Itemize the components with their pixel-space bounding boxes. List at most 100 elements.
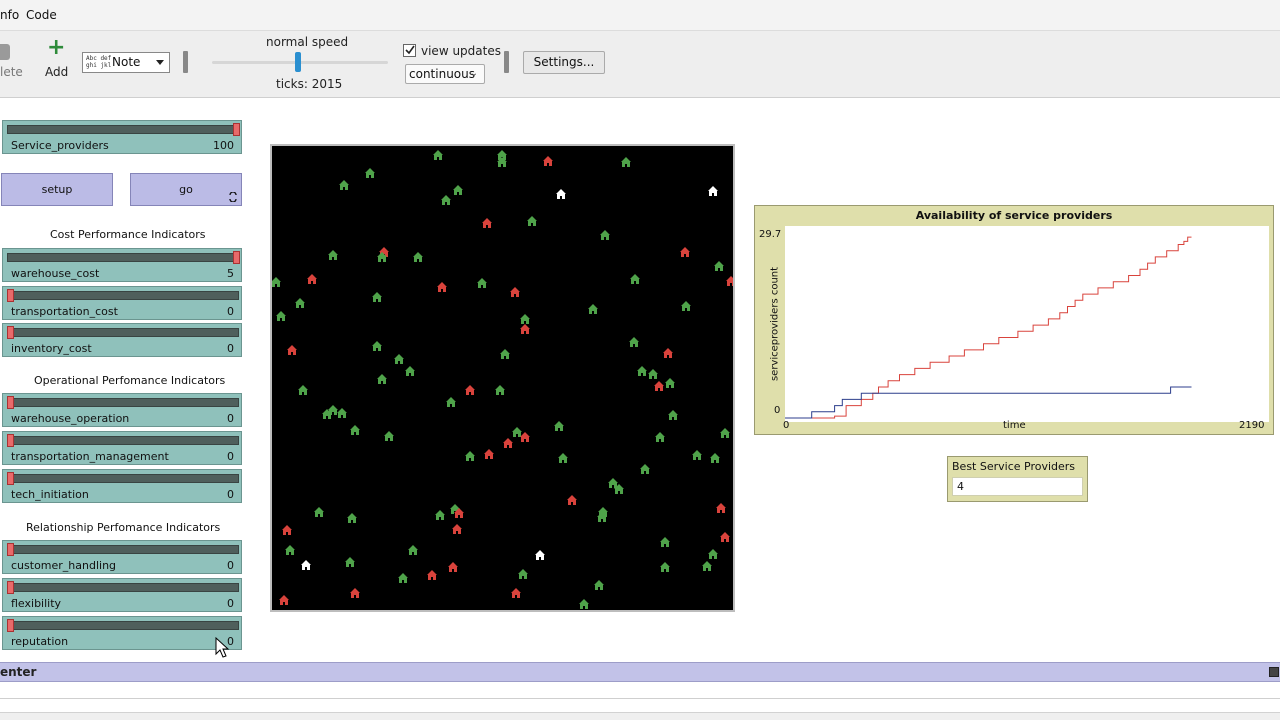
house-icon — [372, 341, 382, 351]
house-icon — [271, 277, 281, 287]
house-icon — [668, 410, 678, 420]
slider-label: transportation_cost — [11, 305, 118, 318]
house-icon — [339, 180, 349, 190]
slider-service-providers[interactable]: Service_providers 100 — [2, 120, 242, 154]
slider-value: 0 — [227, 597, 234, 610]
slider-value: 5 — [227, 267, 234, 280]
house-icon — [337, 408, 347, 418]
house-icon — [377, 374, 387, 384]
slider-knob[interactable] — [233, 251, 240, 264]
slider-knob[interactable] — [7, 472, 14, 485]
slider-knob[interactable] — [233, 123, 240, 136]
house-icon — [408, 545, 418, 555]
slider-track — [7, 253, 239, 262]
slider-knob[interactable] — [7, 289, 14, 302]
slider-tech-initiation[interactable]: tech_initiation 0 — [2, 469, 242, 503]
update-mode-value: continuous — [409, 67, 475, 81]
chevron-down-icon: ⌄ — [469, 68, 478, 79]
update-mode-select[interactable]: continuous ⌄ — [405, 64, 485, 84]
house-icon — [567, 495, 577, 505]
house-icon — [433, 150, 443, 160]
house-icon — [663, 348, 673, 358]
house-icon — [660, 537, 670, 547]
house-icon — [394, 354, 404, 364]
slider-value: 0 — [227, 342, 234, 355]
slider-inventory-cost[interactable]: inventory_cost 0 — [2, 323, 242, 357]
settings-button[interactable]: Settings... — [523, 51, 605, 74]
slider-customer-handling[interactable]: customer_handling 0 — [2, 540, 242, 574]
speed-slider-thumb[interactable] — [295, 52, 301, 72]
house-icon — [484, 449, 494, 459]
house-icon — [279, 595, 289, 605]
bottom-scrollbar[interactable] — [0, 712, 1280, 720]
slider-label: reputation — [11, 635, 69, 648]
slider-label: flexibility — [11, 597, 62, 610]
add-button[interactable]: + Add — [40, 31, 72, 91]
command-center-label: enter — [0, 665, 37, 679]
house-icon — [446, 397, 456, 407]
world-view[interactable] — [270, 144, 736, 612]
dropdown-arrow-icon — [156, 60, 164, 65]
menu-code[interactable]: Code — [26, 8, 57, 22]
house-icon — [295, 298, 305, 308]
go-button[interactable]: go — [130, 173, 242, 206]
menu-info[interactable]: nfo — [0, 8, 19, 22]
house-icon — [287, 345, 297, 355]
command-center-bar[interactable]: enter — [0, 662, 1280, 682]
house-icon — [314, 507, 324, 517]
house-icon — [520, 432, 530, 442]
slider-transportation-management[interactable]: transportation_management 0 — [2, 431, 242, 465]
house-icon — [720, 532, 730, 542]
x-axis-label: time — [1003, 420, 1026, 431]
house-icon — [630, 274, 640, 284]
slider-knob[interactable] — [7, 434, 14, 447]
house-icon — [520, 314, 530, 324]
slider-flexibility[interactable]: flexibility 0 — [2, 578, 242, 612]
plot-canvas — [785, 236, 1192, 419]
world-canvas — [271, 150, 736, 609]
house-icon — [465, 451, 475, 461]
house-icon — [543, 156, 553, 166]
house-icon — [655, 432, 665, 442]
toolbar-separator — [183, 51, 188, 73]
house-icon — [621, 157, 631, 167]
slider-knob[interactable] — [7, 543, 14, 556]
slider-reputation[interactable]: reputation 0 — [2, 616, 242, 650]
toolbar: lete + Add Abc def ghi jkl Note normal s… — [0, 31, 1280, 98]
maximize-icon[interactable] — [1269, 667, 1279, 677]
slider-value: 0 — [227, 559, 234, 572]
checkmark-icon — [405, 45, 415, 55]
delete-icon — [0, 44, 10, 60]
slider-warehouse-cost[interactable]: warehouse_cost 5 — [2, 248, 242, 282]
y-max-label: 29.7 — [759, 229, 782, 240]
house-icon — [579, 599, 589, 609]
note-type-select[interactable]: Abc def ghi jkl Note — [82, 52, 170, 73]
slider-knob[interactable] — [7, 396, 14, 409]
slider-knob[interactable] — [7, 581, 14, 594]
slider-label: customer_handling — [11, 559, 117, 572]
house-icon — [500, 349, 510, 359]
house-icon — [350, 588, 360, 598]
house-icon — [556, 189, 566, 199]
house-icon — [350, 425, 360, 435]
house-icon — [365, 168, 375, 178]
house-icon — [714, 261, 724, 271]
slider-knob[interactable] — [7, 619, 14, 632]
house-icon — [510, 287, 520, 297]
house-icon — [285, 545, 295, 555]
view-updates-checkbox[interactable] — [403, 44, 416, 57]
house-icon — [511, 588, 521, 598]
house-icon — [710, 453, 720, 463]
delete-button[interactable]: lete — [0, 31, 30, 91]
house-icon — [405, 366, 415, 376]
y-axis-label: serviceproviders count — [769, 266, 781, 382]
slider-warehouse-operation[interactable]: warehouse_operation 0 — [2, 393, 242, 427]
setup-button[interactable]: setup — [1, 173, 113, 206]
slider-value: 0 — [227, 305, 234, 318]
slider-knob[interactable] — [7, 326, 14, 339]
house-icon — [427, 570, 437, 580]
house-icon — [503, 438, 513, 448]
slider-transportation-cost[interactable]: transportation_cost 0 — [2, 286, 242, 320]
house-icon — [554, 421, 564, 431]
house-icon — [654, 381, 664, 391]
